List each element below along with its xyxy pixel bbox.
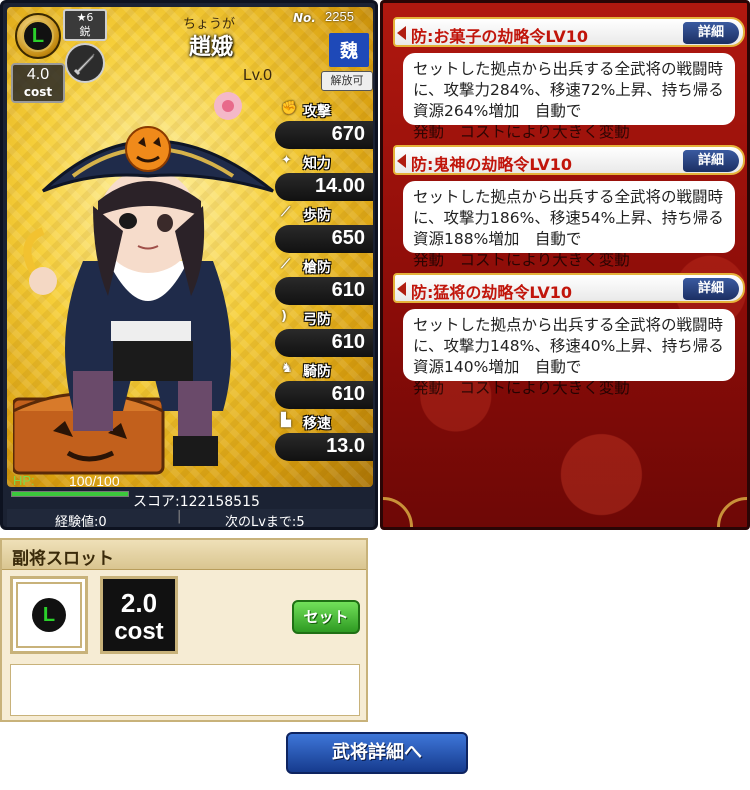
stat-value: 670 bbox=[331, 123, 365, 145]
skill-description: セットした拠点から出兵する全武将の戦闘時に、攻撃力186%、移速54%上昇、持ち… bbox=[403, 181, 735, 253]
slot-empty-area bbox=[10, 664, 360, 716]
card-number: 2255 bbox=[325, 9, 354, 24]
faction-badge: 魏 bbox=[329, 33, 369, 67]
hp-bar bbox=[11, 491, 129, 497]
number-label: No. bbox=[293, 11, 316, 25]
slot-title: 副将スロット bbox=[2, 540, 366, 570]
skill-header: 防:鬼神の劫略令LV10 詳細 bbox=[393, 145, 745, 175]
divider: | bbox=[177, 509, 182, 524]
star-rank: ★6 bbox=[76, 11, 94, 24]
stats-list: ✊ 攻撃 670 ✦ 知力 14.00 ⟋ 歩防 650 ⟋ 槍防 610 ) … bbox=[269, 101, 373, 465]
spear-icon: ⟋ bbox=[281, 205, 291, 220]
flame-icon: ✦ bbox=[281, 153, 292, 168]
stat-value: 610 bbox=[331, 331, 365, 353]
bow-icon: ) bbox=[281, 309, 287, 324]
skills-panel: 防:お菓子の劫略令LV10 詳細 セットした拠点から出兵する全武将の戦闘時に、攻… bbox=[380, 0, 750, 530]
skill-description: セットした拠点から出兵する全武将の戦闘時に、攻撃力148%、移速40%上昇、持ち… bbox=[403, 309, 735, 381]
stat-attack: ✊ 攻撃 670 bbox=[269, 101, 373, 153]
skill-header: 防:お菓子の劫略令LV10 詳細 bbox=[393, 17, 745, 47]
arrow-left-icon bbox=[397, 26, 406, 40]
horse-icon: ♞ bbox=[281, 361, 293, 376]
next-level-value: 次のLvまで:5 bbox=[225, 515, 305, 530]
stat-label: 歩防 bbox=[303, 208, 331, 224]
stat-label: 弓防 bbox=[303, 312, 331, 328]
general-name: 趙娥 bbox=[189, 35, 234, 60]
skill-header: 防:猛将の劫略令LV10 詳細 bbox=[393, 273, 745, 303]
hp-label: HP: bbox=[13, 473, 35, 488]
decorative-corner bbox=[383, 497, 413, 527]
slot-cost-label: cost bbox=[114, 618, 164, 645]
skill-title: 防:鬼神の劫略令LV10 bbox=[411, 155, 573, 174]
arrow-left-icon bbox=[397, 154, 406, 168]
decorative-corner bbox=[717, 497, 747, 527]
rarity-letter: L bbox=[22, 20, 54, 52]
slot-cost-value: 2.0 bbox=[120, 588, 158, 618]
stat-spear-def: ⟋ 槍防 610 bbox=[269, 257, 373, 309]
exp-bar: 経験値:0 | 次のLvまで:5 bbox=[7, 509, 373, 530]
hp-value: 100/100 bbox=[69, 473, 120, 489]
stat-cavalry-def: ♞ 騎防 610 bbox=[269, 361, 373, 413]
boot-icon: ▙ bbox=[281, 413, 291, 428]
rarity-emblem: L bbox=[15, 13, 61, 59]
star-rank-box: ★6 鋭 bbox=[63, 9, 107, 41]
stat-value: 610 bbox=[331, 279, 365, 301]
arrow-left-icon bbox=[397, 282, 406, 296]
skill-3: 防:猛将の劫略令LV10 詳細 セットした拠点から出兵する全武将の戦闘時に、攻撃… bbox=[393, 273, 745, 395]
skill-title: 防:猛将の劫略令LV10 bbox=[411, 283, 573, 302]
stat-label: 移速 bbox=[303, 416, 331, 432]
skill-detail-button[interactable]: 詳細 bbox=[683, 278, 739, 300]
stat-speed: ▙ 移速 13.0 bbox=[269, 413, 373, 465]
hp-bar-fill bbox=[12, 492, 128, 496]
stat-value: 13.0 bbox=[326, 435, 365, 457]
skill-detail-button[interactable]: 詳細 bbox=[683, 150, 739, 172]
skill-title: 防:お菓子の劫略令LV10 bbox=[411, 27, 589, 46]
general-detail-button[interactable]: 武将詳細へ bbox=[286, 732, 468, 774]
stat-bow-def: ) 弓防 610 bbox=[269, 309, 373, 361]
stat-label: 知力 bbox=[303, 156, 331, 172]
general-card: L ★6 鋭 4.0 cost ちょうが 趙娥 No. 2255 魏 Lv.0 … bbox=[0, 0, 378, 530]
sword-icon bbox=[65, 43, 105, 83]
skill-description-overflow: 発動 コストにより大きく変動 bbox=[413, 125, 630, 139]
stat-label: 槍防 bbox=[303, 260, 331, 276]
stat-label: 騎防 bbox=[303, 364, 331, 380]
stat-infantry-def: ⟋ 歩防 650 bbox=[269, 205, 373, 257]
stat-value: 650 bbox=[331, 227, 365, 249]
exp-value: 経験値:0 bbox=[55, 515, 107, 530]
stat-value: 610 bbox=[331, 383, 365, 405]
slot-rarity-frame[interactable]: L bbox=[10, 576, 88, 654]
rank-title: 鋭 bbox=[79, 25, 91, 38]
stat-value: 14.00 bbox=[314, 175, 365, 197]
sub-general-slot: 副将スロット L 2.0 cost セット bbox=[0, 538, 368, 722]
score: スコア:122158515 bbox=[133, 494, 260, 510]
skill-detail-button[interactable]: 詳細 bbox=[683, 22, 739, 44]
skill-2: 防:鬼神の劫略令LV10 詳細 セットした拠点から出兵する全武将の戦闘時に、攻撃… bbox=[393, 145, 745, 267]
skill-description-overflow: 発動 コストにより大きく変動 bbox=[413, 381, 630, 395]
fist-icon: ✊ bbox=[281, 101, 298, 116]
slot-cost-box: 2.0 cost bbox=[100, 576, 178, 654]
set-button[interactable]: セット bbox=[292, 600, 360, 634]
pike-icon: ⟋ bbox=[281, 257, 291, 272]
skill-description: セットした拠点から出兵する全武将の戦闘時に、攻撃力284%、移速72%上昇、持ち… bbox=[403, 53, 735, 125]
slot-rarity-letter: L bbox=[32, 598, 66, 632]
skill-1: 防:お菓子の劫略令LV10 詳細 セットした拠点から出兵する全武将の戦闘時に、攻… bbox=[393, 17, 745, 139]
stat-label: 攻撃 bbox=[303, 104, 331, 120]
general-portrait bbox=[13, 92, 274, 475]
release-button[interactable]: 解放可 bbox=[321, 71, 373, 91]
stat-intelligence: ✦ 知力 14.00 bbox=[269, 153, 373, 205]
skill-description-overflow: 発動 コストにより大きく変動 bbox=[413, 253, 630, 267]
